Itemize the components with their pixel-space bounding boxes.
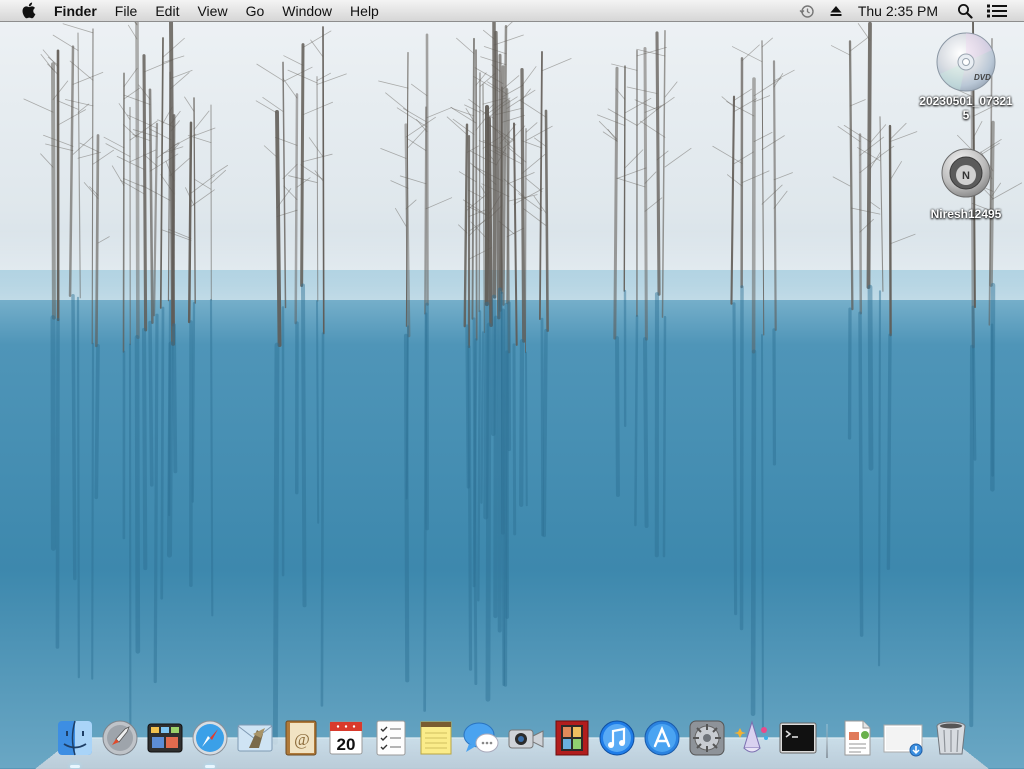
mission-control-icon [145, 718, 185, 758]
facetime-icon [506, 718, 546, 758]
system-preferences-icon [687, 718, 727, 758]
svg-text:DVD: DVD [974, 73, 991, 82]
dock-system-preferences[interactable] [687, 718, 727, 758]
wizard-icon [732, 718, 772, 758]
dock-messages[interactable] [461, 718, 501, 758]
desktop-icon-niresh[interactable]: N Niresh12495 [916, 145, 1016, 221]
terminal-icon [778, 718, 818, 758]
dock-itunes[interactable] [597, 718, 637, 758]
reminders-icon [371, 718, 411, 758]
dock-terminal[interactable] [778, 718, 818, 758]
itunes-icon [597, 718, 637, 758]
dock: @ 20 [52, 710, 974, 758]
launchpad-icon [100, 718, 140, 758]
finder-icon [55, 718, 95, 758]
trash-icon [931, 718, 971, 758]
dock-mission-control[interactable] [145, 718, 185, 758]
document-icon [837, 718, 877, 758]
dock-facetime[interactable] [506, 718, 546, 758]
spotlight-icon[interactable] [950, 0, 980, 22]
mail-icon [235, 718, 275, 758]
menu-edit[interactable]: Edit [146, 0, 188, 22]
safari-icon [190, 718, 230, 758]
dock-document[interactable] [837, 718, 877, 758]
desktop-icon-label: 20230501_073215 [916, 94, 1016, 122]
calendar-day: 20 [336, 735, 355, 754]
dock-wizard[interactable] [732, 718, 772, 758]
app-store-icon [642, 718, 682, 758]
apple-icon[interactable] [17, 0, 39, 22]
menubar-clock[interactable]: Thu 2:35 PM [850, 0, 950, 22]
niresh-disk-icon: N [934, 145, 998, 207]
dock-calendar[interactable]: 20 [326, 718, 366, 758]
menu-file[interactable]: File [106, 0, 147, 22]
dock-launchpad[interactable] [100, 718, 140, 758]
photo-booth-icon [552, 718, 592, 758]
contacts-icon: @ [281, 718, 321, 758]
dock-separator [826, 724, 828, 758]
dock-safari[interactable] [190, 718, 230, 758]
menu-window[interactable]: Window [273, 0, 341, 22]
dock-photo-booth[interactable] [552, 718, 592, 758]
svg-text:@: @ [294, 730, 310, 749]
menu-app-finder[interactable]: Finder [45, 0, 106, 22]
menu-go[interactable]: Go [237, 0, 274, 22]
downloads-stack-icon [882, 718, 926, 758]
eject-icon[interactable] [822, 0, 850, 22]
dock-trash[interactable] [931, 718, 971, 758]
menu-view[interactable]: View [188, 0, 236, 22]
menu-bar: Finder File Edit View Go Window Help Thu… [0, 0, 1024, 22]
menu-help[interactable]: Help [341, 0, 388, 22]
time-machine-icon[interactable] [792, 0, 822, 22]
dock-mail[interactable] [235, 718, 275, 758]
messages-icon [461, 718, 501, 758]
dvd-disc-icon: DVD [934, 30, 998, 94]
dock-notes[interactable] [416, 718, 456, 758]
desktop-icon-label: Niresh12495 [916, 207, 1016, 221]
dock-reminders[interactable] [371, 718, 411, 758]
desktop-wallpaper [0, 0, 1024, 768]
svg-text:N: N [962, 170, 970, 182]
desktop-icon-dvd[interactable]: DVD 20230501_073215 [916, 30, 1016, 122]
notes-icon [416, 718, 456, 758]
dock-downloads[interactable] [882, 718, 926, 758]
dock-finder[interactable] [55, 718, 95, 758]
calendar-icon: 20 [326, 718, 366, 758]
dock-contacts[interactable]: @ [281, 718, 321, 758]
dock-app-store[interactable] [642, 718, 682, 758]
notification-center-icon[interactable] [980, 0, 1014, 22]
